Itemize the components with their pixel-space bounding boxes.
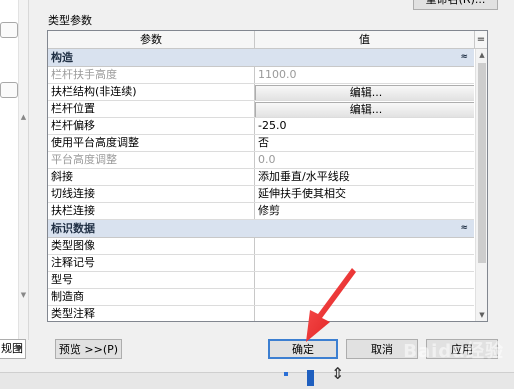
param-value[interactable]: 修剪: [255, 203, 474, 219]
table-row: 平台高度调整 0.0: [48, 152, 474, 169]
ok-button[interactable]: 确定: [268, 339, 338, 359]
type-parameters-grid: 参数 值 = 构造 ≈ 栏杆扶手高度 1100.0 扶栏结构(非连续) 编辑... 栏杆位置…: [47, 30, 488, 322]
table-row: 栏杆扶手高度 1100.0: [48, 67, 474, 84]
view-dropdown[interactable]: 规图 ▼: [0, 339, 26, 359]
param-name: 注释记号: [48, 255, 255, 271]
table-row[interactable]: 类型注释: [48, 306, 474, 321]
table-row[interactable]: 扶栏连接 修剪: [48, 203, 474, 220]
param-name: 切线连接: [48, 186, 255, 202]
scroll-down-icon[interactable]: ▼: [19, 290, 28, 300]
param-value[interactable]: -25.0: [255, 118, 474, 134]
table-row[interactable]: 型号: [48, 272, 474, 289]
collapse-icon[interactable]: ≈: [460, 49, 468, 66]
grid-body: 构造 ≈ 栏杆扶手高度 1100.0 扶栏结构(非连续) 编辑... 栏杆位置 编辑... 栏杆…: [48, 49, 474, 321]
preview-button[interactable]: 预览 >>(P): [55, 339, 122, 359]
table-row[interactable]: 切线连接 延伸扶手使其相交: [48, 186, 474, 203]
param-value: 0.0: [258, 153, 276, 166]
table-row[interactable]: 制造商: [48, 289, 474, 306]
group-row[interactable]: 标识数据 ≈: [48, 220, 474, 238]
param-value[interactable]: [255, 272, 474, 288]
param-value[interactable]: 添加垂直/水平线段: [255, 169, 474, 185]
edit-button[interactable]: 编辑...: [255, 102, 474, 117]
param-value-cell: 编辑...: [255, 101, 474, 117]
param-name: 平台高度调整: [48, 152, 255, 168]
table-row[interactable]: 使用平台高度调整否: [48, 135, 474, 152]
param-name: 类型注释: [48, 306, 255, 321]
param-value[interactable]: [255, 255, 474, 271]
param-name: 扶栏结构(非连续): [48, 84, 255, 100]
param-value[interactable]: 否: [255, 135, 474, 151]
param-name: 扶栏连接: [48, 203, 255, 219]
scroll-down-icon[interactable]: ▼: [476, 311, 487, 319]
grid-scrollbar[interactable]: ▲ ▼: [475, 49, 487, 321]
type-parameters-title: 类型参数: [48, 14, 92, 27]
table-row[interactable]: 扶栏结构(非连续) 编辑...: [48, 84, 474, 101]
grid-header: 参数 值 =: [48, 31, 487, 49]
group-label: 构造: [51, 51, 73, 64]
table-row[interactable]: 栏杆偏移 -25.0: [48, 118, 474, 135]
param-name: 型号: [48, 272, 255, 288]
param-value-cell: 编辑...: [255, 84, 474, 100]
table-row[interactable]: 类型图像: [48, 238, 474, 255]
param-name: 栏杆位置: [48, 101, 255, 117]
table-row[interactable]: 栏杆位置 编辑...: [48, 101, 474, 118]
left-panel-control[interactable]: [0, 82, 18, 98]
scroll-up-icon[interactable]: ▲: [476, 51, 487, 59]
scroll-up-icon[interactable]: ▲: [19, 112, 28, 122]
param-value[interactable]: [255, 306, 474, 321]
table-row[interactable]: 注释记号: [48, 255, 474, 272]
scroll-thumb[interactable]: [478, 63, 486, 263]
window-bottom-edge: [0, 372, 514, 389]
column-header-value[interactable]: 值: [255, 31, 475, 48]
left-panel-scrollbar[interactable]: ▲ ▼: [18, 0, 28, 340]
left-panel-control[interactable]: [0, 22, 18, 38]
chevron-down-icon: ▼: [15, 344, 22, 353]
param-value[interactable]: [255, 289, 474, 305]
param-name: 栏杆扶手高度: [48, 67, 255, 83]
column-header-eq[interactable]: =: [475, 31, 487, 48]
blue-tab: [307, 370, 314, 386]
param-value[interactable]: 延伸扶手使其相交: [255, 186, 474, 202]
param-value: 1100.0: [258, 68, 297, 81]
watermark: Baidu经验: [403, 341, 504, 362]
group-label: 标识数据: [51, 222, 95, 235]
param-name: 制造商: [48, 289, 255, 305]
column-header-param[interactable]: 参数: [48, 31, 255, 48]
param-name: 栏杆偏移: [48, 118, 255, 134]
param-name: 斜接: [48, 169, 255, 185]
edit-button[interactable]: 编辑...: [255, 85, 474, 100]
rename-button[interactable]: 重命名(R)...: [413, 0, 498, 10]
collapse-icon[interactable]: ≈: [460, 220, 468, 237]
left-side-panel: ▲ ▼: [0, 0, 29, 340]
resize-cursor-icon: ⇕: [331, 364, 345, 383]
group-row[interactable]: 构造 ≈: [48, 49, 474, 67]
param-value[interactable]: [255, 238, 474, 254]
param-name: 类型图像: [48, 238, 255, 254]
param-name: 使用平台高度调整: [48, 135, 255, 151]
table-row[interactable]: 斜接 添加垂直/水平线段: [48, 169, 474, 186]
blue-marker: [284, 372, 288, 376]
